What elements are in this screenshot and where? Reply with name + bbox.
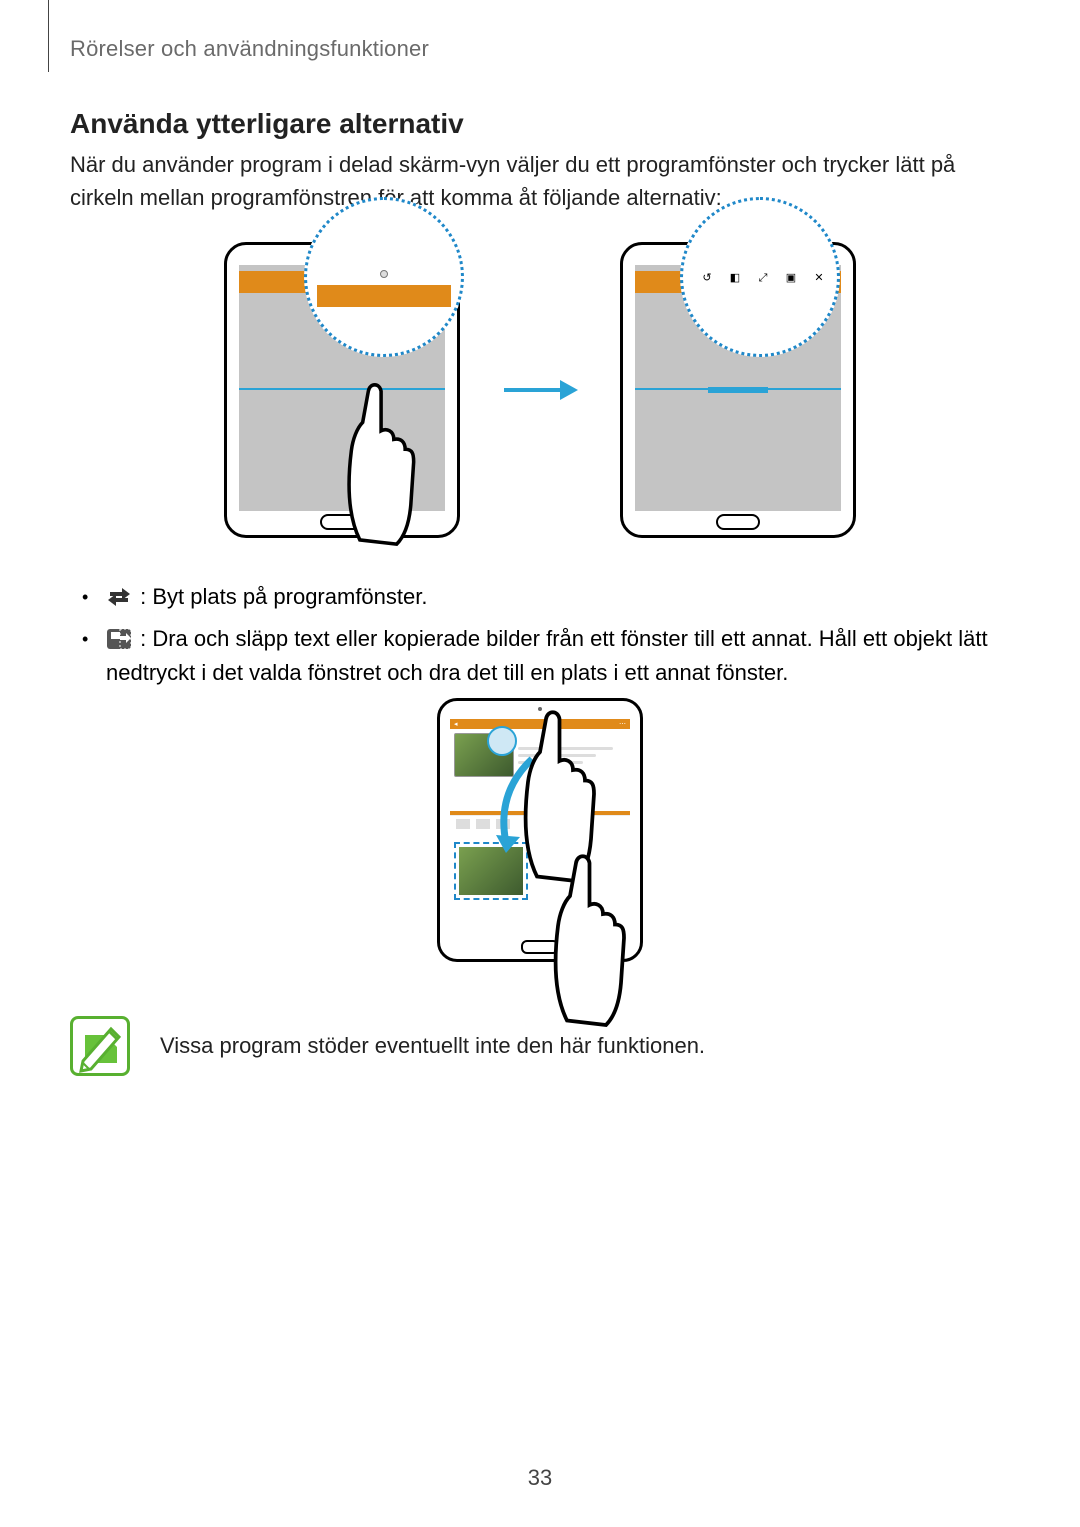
arrow-right-icon (500, 370, 580, 410)
curved-arrow-icon (492, 753, 542, 853)
note-icon (70, 1016, 130, 1076)
figure-drag-drop: ◂⋯ (70, 698, 1010, 1018)
note-text: Vissa program stöder eventuellt inte den… (160, 1033, 705, 1059)
section-heading: Använda ytterligare alternativ (70, 108, 464, 140)
list-item: • : Dra och släpp text eller kopierade b… (82, 622, 992, 690)
close-icon: ✕ (813, 272, 825, 284)
swap-icon (106, 586, 132, 608)
bullet-text: : Byt plats på programfönster. (134, 584, 427, 609)
swap-icon: ↺ (701, 272, 713, 284)
page-number: 33 (528, 1465, 552, 1491)
figure-split-screen-options: ↺ ◧ ⤢ ▣ ✕ (70, 220, 1010, 560)
fullscreen-icon: ▣ (785, 272, 797, 284)
note-callout: Vissa program stöder eventuellt inte den… (70, 1016, 1010, 1076)
drag-content-icon (106, 628, 132, 650)
bullet-list: • : Byt plats på programfönster. • : Dra… (82, 580, 992, 698)
drag-content-icon: ◧ (729, 272, 741, 284)
bullet-text: : Dra och släpp text eller kopierade bil… (106, 626, 988, 685)
list-item: • : Byt plats på programfönster. (82, 580, 992, 614)
breadcrumb: Rörelser och användningsfunktioner (70, 36, 429, 62)
expand-icon: ⤢ (757, 272, 769, 284)
intro-paragraph: När du använder program i delad skärm-vy… (70, 148, 1010, 214)
tab-edge (48, 0, 49, 72)
